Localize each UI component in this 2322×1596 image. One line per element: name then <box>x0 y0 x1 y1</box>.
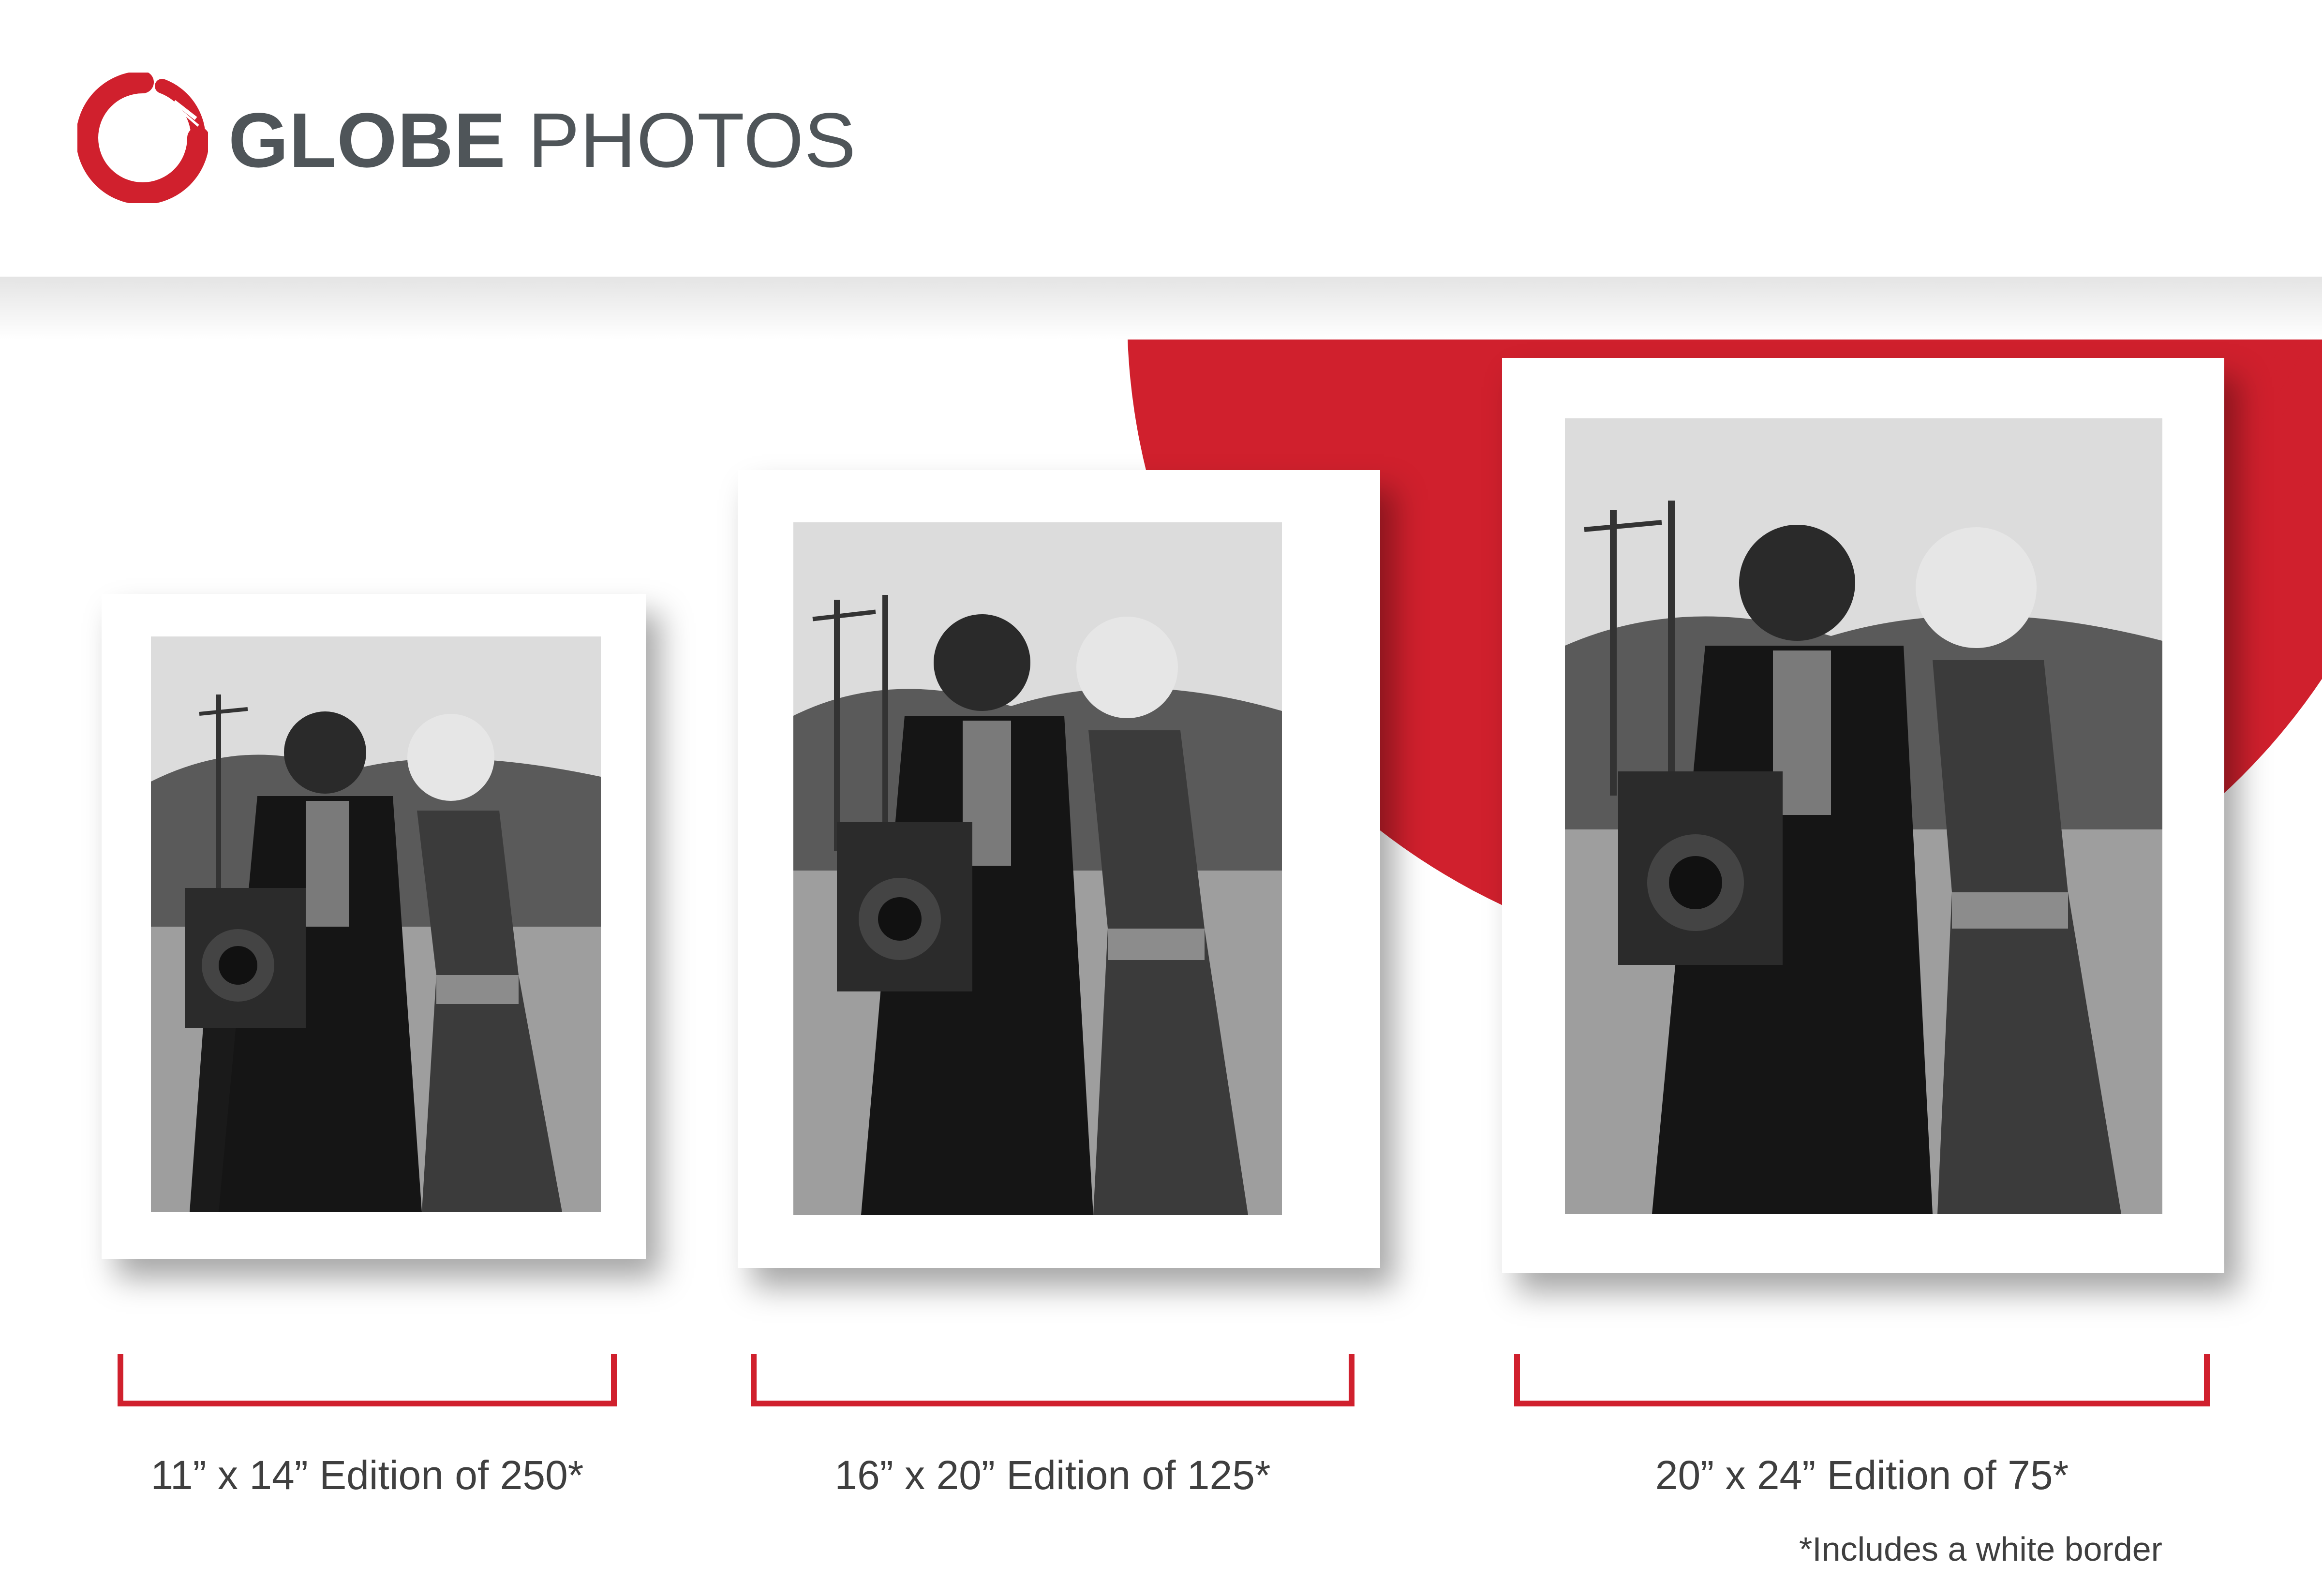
size-bracket-11x14 <box>118 1354 617 1406</box>
header-shadow-band <box>0 277 2322 340</box>
brand-name-light: PHOTOS <box>506 97 857 183</box>
print-16x20 <box>738 470 1380 1268</box>
photo-11x14 <box>151 636 601 1212</box>
brush-ring-icon <box>76 71 209 205</box>
photo-20x24 <box>1565 418 2162 1214</box>
brand-name-bold: GLOBE <box>228 97 506 183</box>
header: GLOBE PHOTOS <box>0 0 2322 277</box>
photo-16x20 <box>793 522 1282 1215</box>
caption-11x14: 11” x 14” Edition of 250* <box>150 1452 584 1498</box>
caption-16x20: 16” x 20” Edition of 125* <box>834 1452 1271 1498</box>
print-20x24 <box>1502 358 2224 1273</box>
footnote-white-border: *Includes a white border <box>1799 1530 2162 1568</box>
size-bracket-16x20 <box>751 1354 1354 1406</box>
size-bracket-20x24 <box>1514 1354 2210 1406</box>
caption-20x24: 20” x 24” Edition of 75* <box>1655 1452 2069 1498</box>
print-11x14 <box>102 594 646 1259</box>
brand-name: GLOBE PHOTOS <box>228 92 856 189</box>
